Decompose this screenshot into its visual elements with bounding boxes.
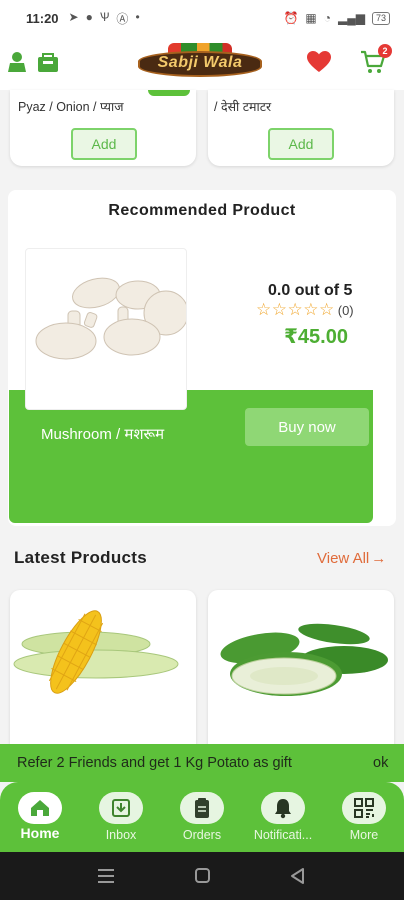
add-button[interactable]: Add xyxy=(71,128,137,160)
nav-inbox[interactable]: Inbox xyxy=(81,792,161,842)
referral-message: Refer 2 Friends and get 1 Kg Potato as g… xyxy=(17,755,292,771)
recent-apps-icon[interactable] xyxy=(98,869,114,883)
view-all-label: View All xyxy=(317,550,370,567)
nav-inbox-label: Inbox xyxy=(105,828,137,842)
buy-now-button[interactable]: Buy now xyxy=(245,408,369,446)
section-title: Recommended Product xyxy=(108,202,296,219)
product-name: Pyaz / Onion / प्याज xyxy=(18,100,124,114)
bottom-navigation: Home Inbox Orders Notificati... More xyxy=(0,782,404,852)
nav-home-label: Home xyxy=(20,825,60,841)
wifi-icon: ◔ xyxy=(323,11,332,25)
star-empty-icon: ☆ xyxy=(319,300,335,319)
usb-icon: Ѱ xyxy=(99,9,110,24)
arrow-right-icon: → xyxy=(371,550,387,567)
logo-text: Sabji Wala xyxy=(157,54,243,71)
recommended-section: Recommended Product Mushroom / मशरूम Buy… xyxy=(8,190,396,526)
profile-icon[interactable] xyxy=(6,50,28,74)
nav-more[interactable]: More xyxy=(324,792,404,842)
battery-icon: 73 xyxy=(371,11,390,25)
price: ₹45.00 xyxy=(284,326,348,348)
referral-ok-button[interactable]: ok xyxy=(373,755,388,771)
star-empty-icon: ☆ xyxy=(271,300,287,319)
home-system-icon[interactable] xyxy=(195,868,210,883)
section-title-latest: Latest Products xyxy=(14,548,147,567)
status-system-icons: ⏰ ▦ ◔ ▂▄▆ 73 xyxy=(283,11,390,25)
add-button[interactable]: Add xyxy=(268,128,334,160)
alarm-icon: ⏰ xyxy=(283,11,299,25)
discount-tag xyxy=(148,90,190,96)
star-empty-icon: ☆ xyxy=(303,300,319,319)
wishlist-heart-icon[interactable] xyxy=(306,50,332,74)
status-bar: 11:20 ➤ ● Ѱ Ⓐ • ⏰ ▦ ◔ ▂▄▆ 73 xyxy=(0,0,404,36)
product-card-cucumber[interactable] xyxy=(208,590,394,760)
nav-more-label: More xyxy=(349,828,379,842)
product-card-corn[interactable] xyxy=(10,590,196,760)
home-icon xyxy=(18,792,62,824)
app-header: Sabji Wala 2 xyxy=(0,36,404,90)
product-card-onion[interactable]: Pyaz / Onion / प्याज Add xyxy=(10,90,196,166)
sabji-wala-logo: Sabji Wala xyxy=(138,41,262,85)
location-icon: ● xyxy=(85,9,93,24)
referral-banner: Refer 2 Friends and get 1 Kg Potato as g… xyxy=(0,744,404,782)
star-empty-icon: ☆ xyxy=(256,300,272,319)
rating-stars: ☆ ☆ ☆ ☆ ☆ (0) xyxy=(256,300,354,320)
rating-text: 0.0 out of 5 xyxy=(268,282,353,299)
cart-count-badge: 2 xyxy=(378,44,392,58)
telegram-icon: ➤ xyxy=(68,9,79,24)
volte-icon: ▦ xyxy=(305,11,317,25)
review-count: (0) xyxy=(337,302,354,318)
signal-icon: ▂▄▆ xyxy=(338,11,365,25)
view-all-link[interactable]: View All → xyxy=(317,550,386,567)
nav-orders[interactable]: Orders xyxy=(162,792,242,842)
system-navigation-bar xyxy=(0,852,404,900)
product-card-tomato[interactable]: / देसी टमाटर Add xyxy=(208,90,394,166)
corn-image xyxy=(13,610,179,694)
inbox-icon xyxy=(99,792,143,824)
back-icon[interactable] xyxy=(291,868,304,884)
mushroom-image[interactable] xyxy=(25,248,189,410)
recommended-product-name: Mushroom / मशरूम xyxy=(41,426,165,443)
status-time: 11:20 xyxy=(26,10,59,26)
cart-icon[interactable]: 2 xyxy=(360,44,392,74)
app-icon: Ⓐ xyxy=(116,11,129,26)
grid-icon xyxy=(342,792,386,824)
nav-home[interactable]: Home xyxy=(0,792,80,841)
bell-icon xyxy=(261,792,305,824)
status-notification-icons: ➤ ● Ѱ Ⓐ • xyxy=(69,10,140,27)
product-name: / देसी टमाटर xyxy=(214,100,272,114)
shop-bag-icon[interactable] xyxy=(36,50,60,74)
dot-icon: • xyxy=(135,9,140,24)
nav-notifications-label: Notificati... xyxy=(253,828,313,842)
nav-orders-label: Orders xyxy=(182,828,222,842)
star-empty-icon: ☆ xyxy=(287,300,303,319)
cucumber-image xyxy=(220,623,388,696)
orders-icon xyxy=(180,792,224,824)
nav-notifications[interactable]: Notificati... xyxy=(243,792,323,842)
